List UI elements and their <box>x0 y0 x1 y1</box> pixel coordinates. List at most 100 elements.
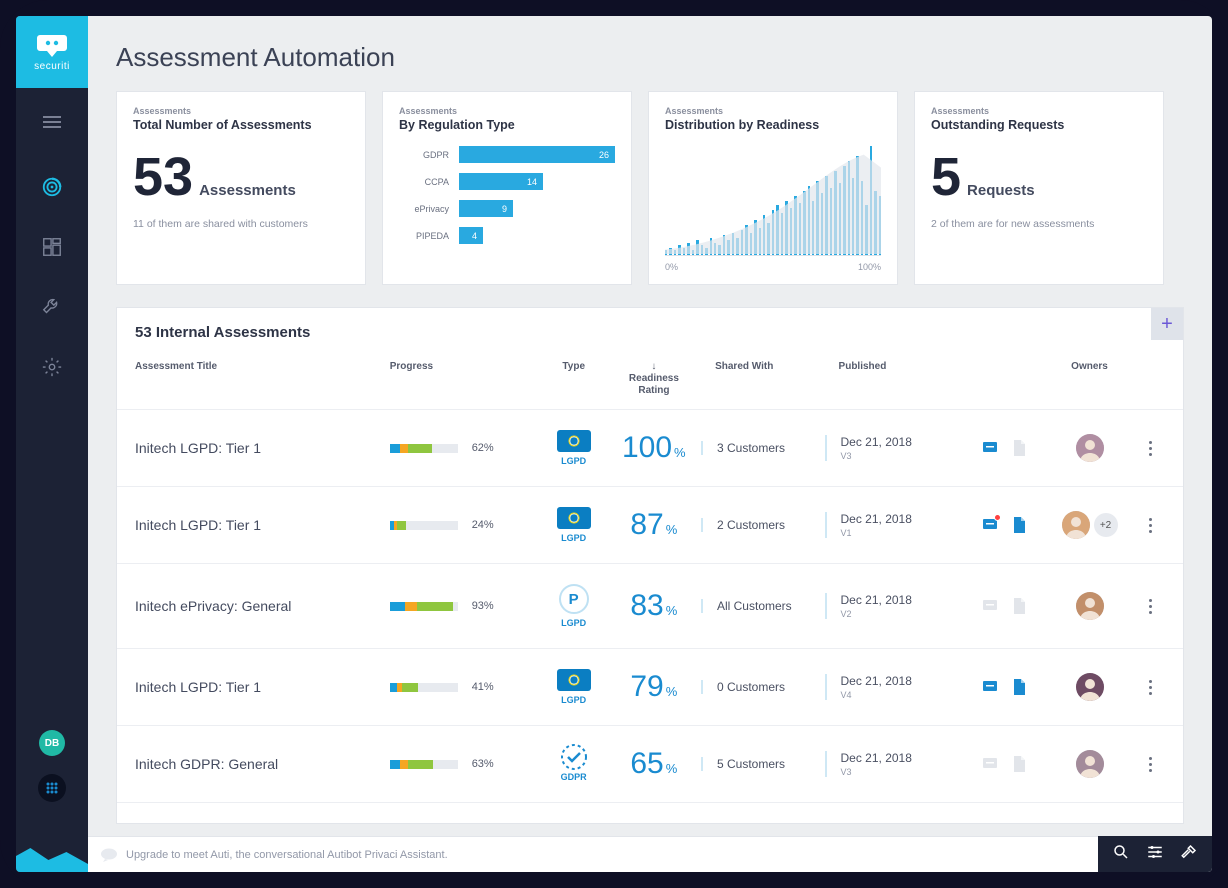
table-row[interactable]: Initech GDPR: General 63% GDPR 65% 5 Cus… <box>117 726 1183 803</box>
dist-bar <box>754 220 756 255</box>
row-menu[interactable] <box>1137 599 1165 614</box>
row-menu[interactable] <box>1137 518 1165 533</box>
th-title[interactable]: Assessment Title <box>135 361 390 397</box>
dist-bar <box>701 245 703 255</box>
dist-bar <box>799 203 801 255</box>
user-avatar[interactable]: DB <box>39 730 65 756</box>
progress-track <box>390 444 458 453</box>
build-button[interactable] <box>1180 843 1198 866</box>
card-outstanding-requests: Assessments Outstanding Requests 5 Reque… <box>914 91 1164 285</box>
card-foot: 2 of them are for new assessments <box>931 218 1147 230</box>
comment-icon[interactable] <box>981 597 999 615</box>
cell-owners <box>1042 592 1136 620</box>
dist-bar <box>856 156 858 255</box>
progress-track <box>390 521 458 530</box>
cell-published: Dec 21, 2018V2 <box>825 593 967 619</box>
dist-bar <box>870 146 872 255</box>
row-menu[interactable] <box>1137 757 1165 772</box>
th-type[interactable]: Type <box>541 361 607 397</box>
dist-bar <box>727 240 729 255</box>
owner-avatar[interactable] <box>1076 592 1104 620</box>
progress-percent: 41% <box>472 681 494 693</box>
cell-title: Initech ePrivacy: General <box>135 598 390 614</box>
card-subtitle: By Regulation Type <box>399 118 615 132</box>
dist-bar <box>732 233 734 255</box>
cell-actions <box>967 597 1042 615</box>
cell-shared: 3 Customers <box>701 441 825 455</box>
cell-shared: 2 Customers <box>701 518 825 532</box>
progress-percent: 93% <box>472 600 494 612</box>
dist-bar <box>767 223 769 255</box>
cell-published: Dec 21, 2018V3 <box>825 435 967 461</box>
th-progress[interactable]: Progress <box>390 361 541 397</box>
add-assessment-button[interactable]: + <box>1151 308 1183 340</box>
dist-bar <box>687 243 689 255</box>
owners-more[interactable]: +2 <box>1094 513 1118 537</box>
document-icon[interactable] <box>1011 439 1029 457</box>
dist-bar <box>678 245 680 255</box>
th-shared[interactable]: Shared With <box>701 361 824 397</box>
dist-bar <box>696 240 698 255</box>
dist-bar <box>763 215 765 255</box>
dist-bar <box>874 191 876 255</box>
type-label: LGPD <box>561 695 586 705</box>
comment-icon[interactable] <box>981 439 999 457</box>
distribution-chart <box>665 146 881 256</box>
comment-icon[interactable] <box>981 678 999 696</box>
comment-icon[interactable] <box>981 516 999 534</box>
table-row[interactable]: Initech LGPD: Tier 1 24% LGPD 87% 2 Cust… <box>117 487 1183 564</box>
document-icon[interactable] <box>1011 678 1029 696</box>
search-button[interactable] <box>1112 843 1130 866</box>
nav-tools[interactable] <box>37 292 67 322</box>
table-header: Assessment Title Progress Type ↓ Readine… <box>117 351 1183 410</box>
apps-launcher[interactable] <box>38 774 66 802</box>
table-row[interactable]: Initech LGPD: Tier 1 62% LGPD 100% 3 Cus… <box>117 410 1183 487</box>
menu-toggle[interactable] <box>38 108 66 136</box>
dist-bar <box>745 225 747 255</box>
bar-label: GDPR <box>399 150 449 160</box>
progress-percent: 63% <box>472 758 494 770</box>
card-foot: 11 of them are shared with customers <box>133 218 349 230</box>
filter-button[interactable] <box>1146 843 1164 866</box>
brand-logo[interactable]: securiti <box>16 16 88 88</box>
cell-type: LGPD <box>541 430 607 466</box>
owner-avatar[interactable] <box>1076 750 1104 778</box>
gear-icon <box>41 356 63 378</box>
bar-track: 26 <box>459 146 615 163</box>
comment-icon[interactable] <box>981 755 999 773</box>
card-eyebrow: Assessments <box>133 106 349 116</box>
dist-bar <box>794 196 796 255</box>
document-icon[interactable] <box>1011 597 1029 615</box>
cell-actions <box>967 755 1042 773</box>
bar-row: CCPA 14 <box>399 173 615 190</box>
owner-avatar[interactable] <box>1062 511 1090 539</box>
dist-bar <box>843 166 845 255</box>
dist-bar <box>718 245 720 255</box>
th-readiness[interactable]: ↓ Readiness Rating <box>607 361 701 397</box>
nav-radar[interactable] <box>37 172 67 202</box>
bar-fill: 4 <box>459 227 483 244</box>
table-row[interactable]: Initech LGPD: Tier 1 41% LGPD 79% 0 Cust… <box>117 649 1183 726</box>
th-published[interactable]: Published <box>825 361 967 397</box>
owner-avatar[interactable] <box>1076 434 1104 462</box>
bar-label: PIPEDA <box>399 231 449 241</box>
hamburger-icon <box>43 116 61 128</box>
document-icon[interactable] <box>1011 516 1029 534</box>
cell-progress: 24% <box>390 519 541 531</box>
dist-bar <box>816 181 818 255</box>
dist-bar <box>723 235 725 255</box>
card-subtitle: Distribution by Readiness <box>665 118 881 132</box>
search-icon <box>1112 843 1130 861</box>
th-owners[interactable]: Owners <box>1042 361 1136 397</box>
nav-dashboard[interactable] <box>37 232 67 262</box>
owner-avatar[interactable] <box>1076 673 1104 701</box>
document-icon[interactable] <box>1011 755 1029 773</box>
row-menu[interactable] <box>1137 441 1165 456</box>
dist-bar <box>825 176 827 255</box>
card-subtitle: Outstanding Requests <box>931 118 1147 132</box>
table-row[interactable]: Initech ePrivacy: General 93% PLGPD 83% … <box>117 564 1183 649</box>
row-menu[interactable] <box>1137 680 1165 695</box>
nav-settings[interactable] <box>37 352 67 382</box>
dist-bar <box>665 250 667 255</box>
cell-readiness: 65% <box>607 747 701 781</box>
